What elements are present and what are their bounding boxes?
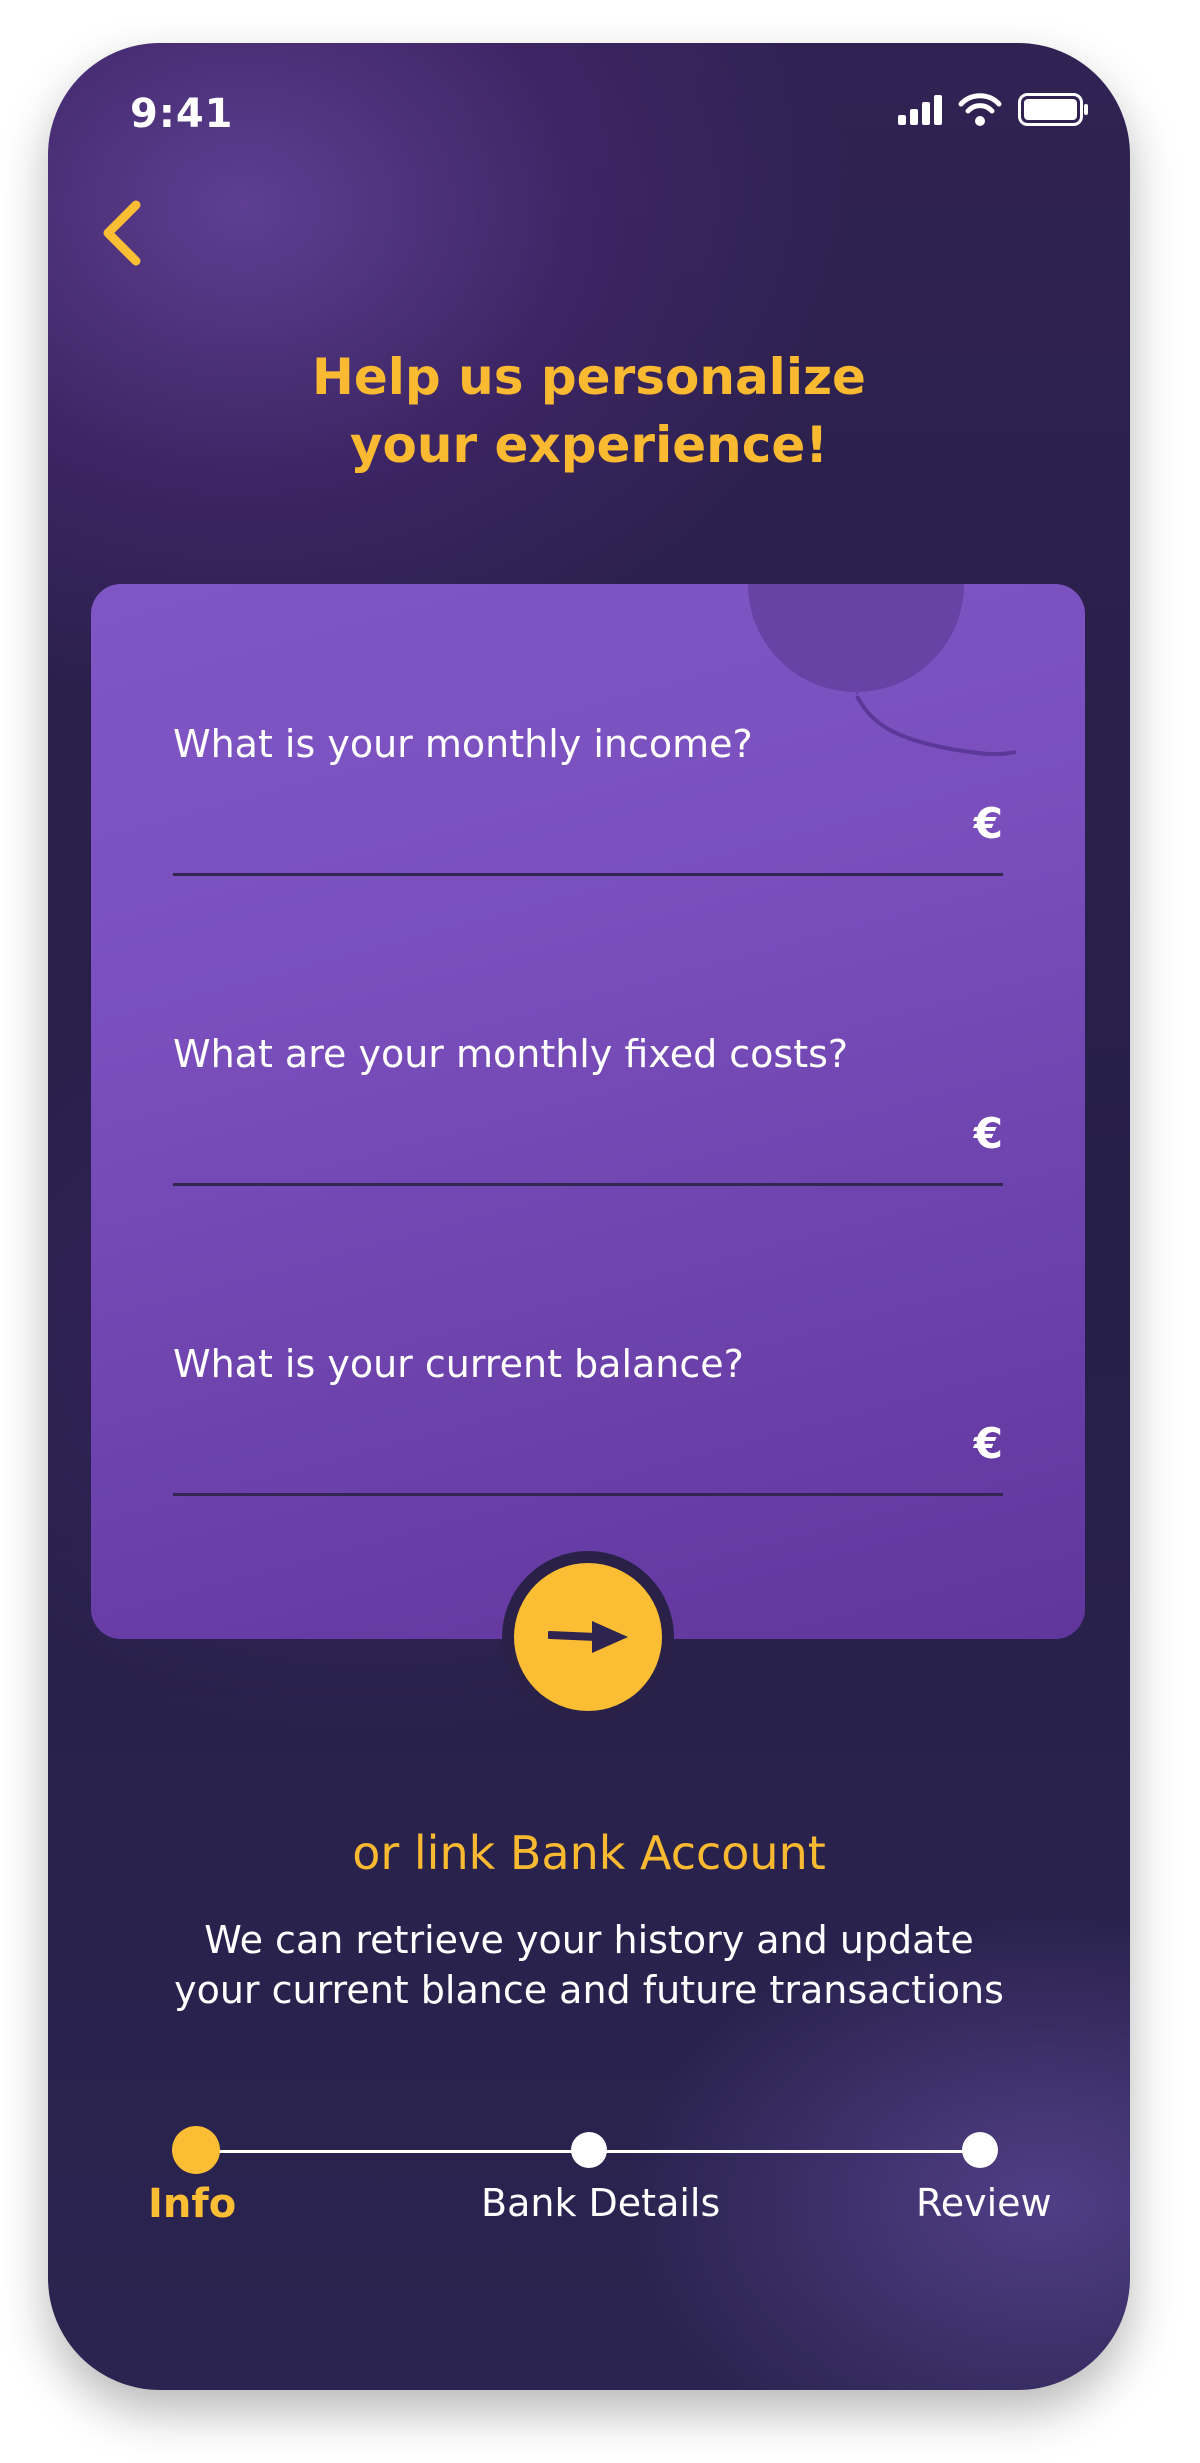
step-label-review: Review <box>916 2181 1052 2225</box>
step-label-info: Info <box>148 2181 237 2227</box>
status-icons <box>898 91 1130 131</box>
step-dot-bank-details <box>571 2132 607 2168</box>
current-balance-input[interactable] <box>173 1419 937 1481</box>
description-line-1: We can retrieve your history and update <box>204 1918 974 1962</box>
next-button[interactable] <box>514 1563 662 1711</box>
question-card: What is your monthly income? € What are … <box>91 584 1085 1639</box>
fixed-costs-field: What are your monthly fixed costs? € <box>173 1029 1003 1229</box>
cellular-signal-icon <box>898 95 942 125</box>
step-dot-info <box>172 2126 220 2174</box>
field-underline <box>173 873 1003 876</box>
title-line-2: your experience! <box>349 416 829 474</box>
link-bank-description: We can retrieve your history and update … <box>48 1915 1130 2015</box>
link-bank-account-link[interactable]: or link Bank Account <box>48 1826 1130 1880</box>
current-balance-field: What is your current balance? € <box>173 1339 1003 1539</box>
monthly-income-input[interactable] <box>173 799 937 861</box>
battery-icon <box>1018 93 1088 126</box>
current-balance-label: What is your current balance? <box>173 1342 744 1386</box>
back-button[interactable] <box>92 193 162 275</box>
currency-euro-icon: € <box>973 1109 1003 1158</box>
title-line-1: Help us personalize <box>312 348 866 406</box>
wifi-icon <box>958 93 1002 126</box>
page-title: Help us personalize your experience! <box>48 343 1130 479</box>
field-underline <box>173 1183 1003 1186</box>
description-line-2: your current blance and future transacti… <box>174 1968 1004 2012</box>
field-underline <box>173 1493 1003 1496</box>
monthly-income-field: What is your monthly income? € <box>173 719 1003 919</box>
phone-screen: 9:41 Help us personalize your experience… <box>48 43 1130 2390</box>
currency-euro-icon: € <box>973 1419 1003 1468</box>
monthly-income-label: What is your monthly income? <box>173 722 753 766</box>
chevron-left-icon <box>103 200 141 266</box>
step-dot-review <box>962 2132 998 2168</box>
status-time: 9:41 <box>130 91 234 137</box>
arrow-right-icon <box>548 1621 628 1653</box>
fixed-costs-input[interactable] <box>173 1109 937 1171</box>
currency-euro-icon: € <box>973 799 1003 848</box>
fixed-costs-label: What are your monthly fixed costs? <box>173 1032 849 1076</box>
step-label-bank-details: Bank Details <box>481 2181 721 2225</box>
